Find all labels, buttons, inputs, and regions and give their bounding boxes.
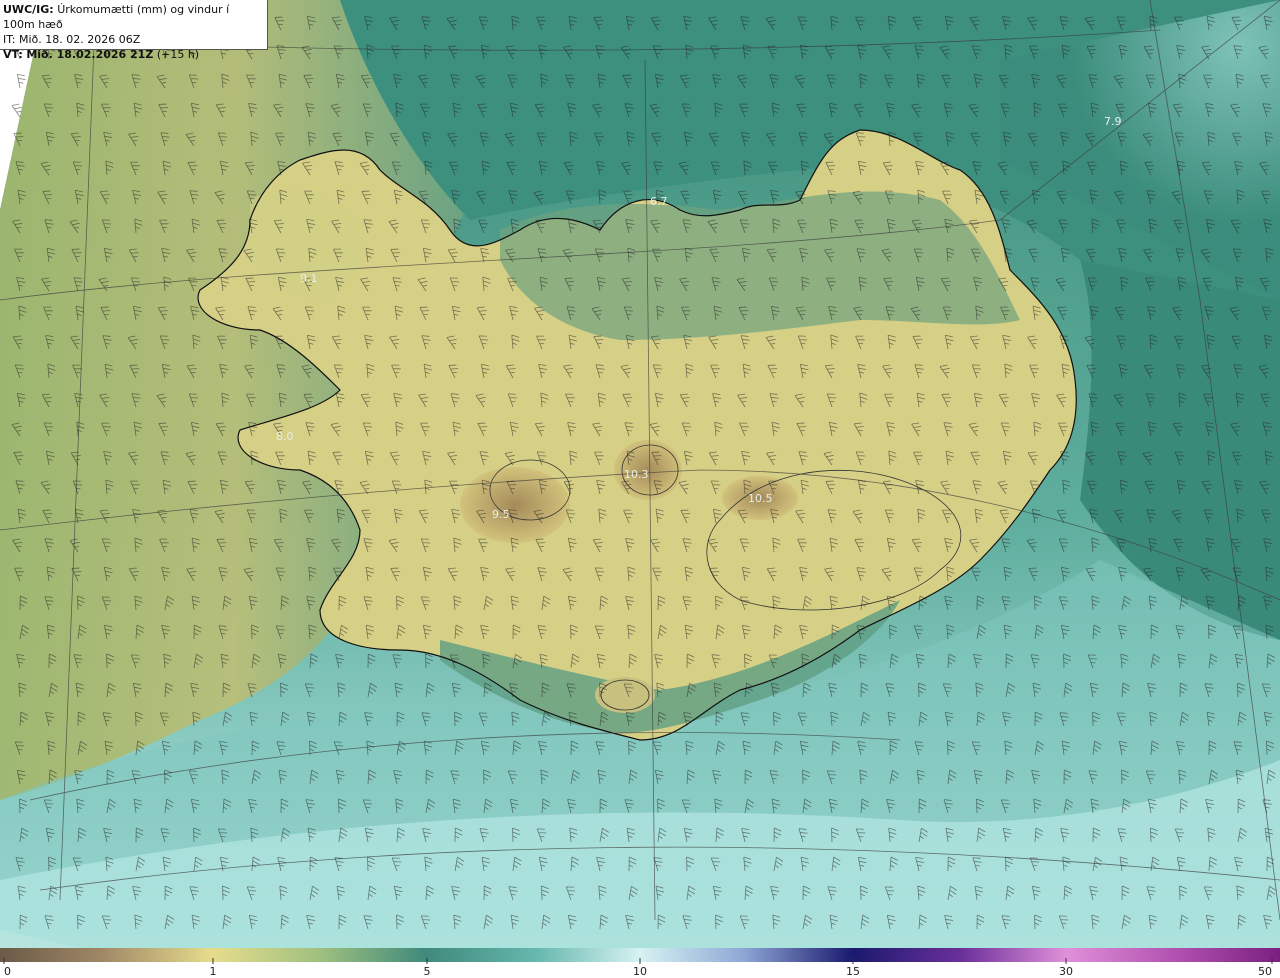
valid-time: Mið. 18.02.2026 21Z [26,48,154,61]
map-label: 10.5 [748,492,773,505]
map-title-box: UWC/IG: Úrkomumætti (mm) og vindur í 100… [0,0,268,61]
init-time: IT: Mið. 18. 02. 2026 06Z [3,33,141,46]
colorbar-tick-label: 30 [1059,965,1073,978]
map-label: 10.3 [624,468,649,481]
colorbar-tick-label: 0 [4,965,11,978]
precipitation-colorbar: 0 1 5 10 15 30 50 [0,948,1280,978]
precipitation-map: 7.9 6.7 9.1 8.0 10.3 10.5 9.5 [0,0,1280,948]
map-label: 7.9 [1104,115,1122,128]
colorbar-tick-label: 1 [210,965,217,978]
lead-time: (+15 h) [156,48,200,61]
map-label: 9.1 [300,272,318,285]
map-label: 9.5 [492,508,510,521]
product-code: UWC/IG: [3,3,54,16]
valid-label: VT: [3,48,23,61]
map-label: 6.7 [650,195,668,208]
colorbar-tick-label: 5 [424,965,431,978]
colorbar-tick-label: 15 [846,965,860,978]
myrdalsjokull-icecap [595,677,655,713]
north-slopes [500,191,1020,340]
valid-time-line: VT: Mið. 18.02.2026 21Z (+15 h) [3,47,264,62]
title-line: UWC/IG: Úrkomumætti (mm) og vindur í 100… [3,2,264,32]
colorbar-tick-label: 50 [1258,965,1272,978]
map-label: 8.0 [276,430,294,443]
colorbar-tick-label: 10 [633,965,647,978]
